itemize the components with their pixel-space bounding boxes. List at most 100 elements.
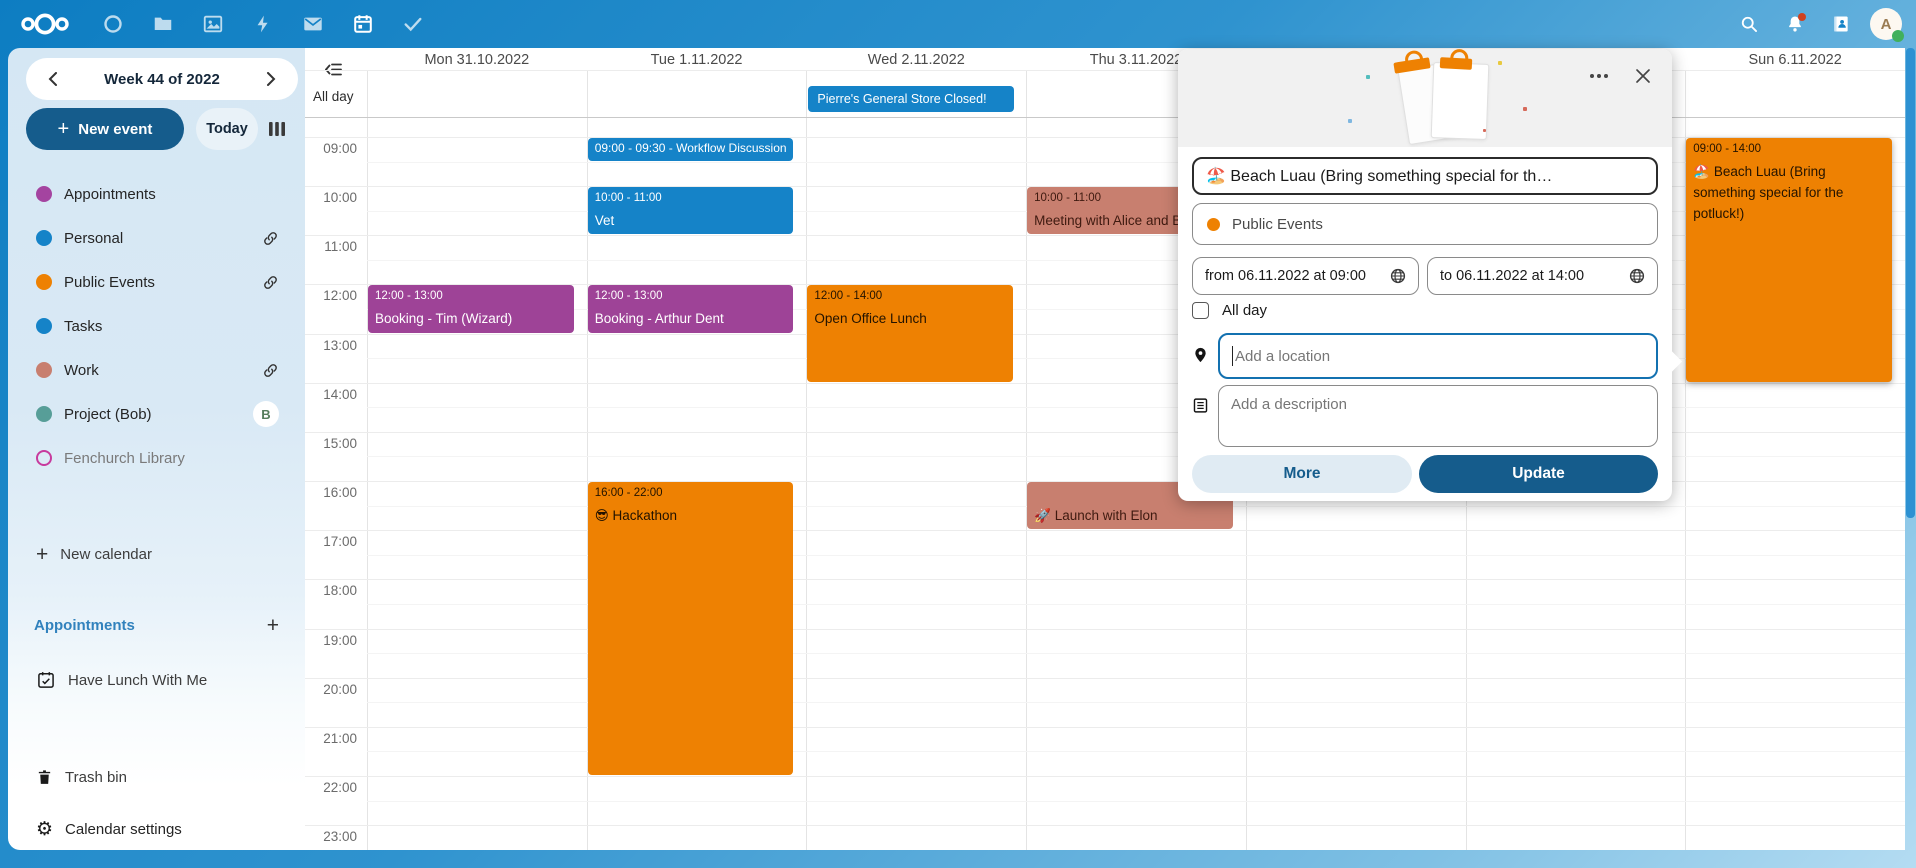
- calendar-list: Appointments Personal Public Events Task…: [8, 172, 305, 480]
- user-avatar[interactable]: A: [1870, 8, 1902, 40]
- share-link-icon: [262, 274, 279, 291]
- event-title: Vet: [595, 211, 787, 232]
- calendar-list-item-public-events[interactable]: Public Events: [8, 260, 305, 304]
- vertical-scrollbar[interactable]: [1906, 48, 1915, 518]
- close-icon[interactable]: [1628, 61, 1658, 91]
- calendar-settings-button[interactable]: ⚙ Calendar settings: [16, 808, 297, 850]
- event-time: 12:00 - 13:00: [595, 289, 787, 303]
- tasks-icon[interactable]: [388, 0, 438, 48]
- calendar-select-value: Public Events: [1232, 216, 1323, 233]
- day-header: Mon 31.10.2022: [367, 48, 587, 70]
- top-header: A: [0, 0, 1916, 48]
- event-title: Open Office Lunch: [814, 309, 1006, 330]
- calendar-list-item-appointments[interactable]: Appointments: [8, 172, 305, 216]
- hour-line: [305, 579, 1905, 580]
- start-date-input[interactable]: from 06.11.2022 at 09:00: [1192, 257, 1419, 295]
- event-title: 🚀 Launch with Elon: [1034, 506, 1226, 527]
- event-chip[interactable]: 12:00 - 13:00 Booking - Arthur Dent: [588, 285, 794, 332]
- new-event-button[interactable]: + New event: [26, 108, 184, 150]
- end-date-input[interactable]: to 06.11.2022 at 14:00: [1427, 257, 1658, 295]
- location-placeholder: Add a location: [1235, 348, 1330, 365]
- hour-label: 20:00: [305, 682, 357, 697]
- half-hour-line: [367, 162, 1905, 163]
- timezone-globe-icon[interactable]: [1629, 268, 1645, 284]
- grid-column-line: [1685, 71, 1686, 117]
- day-header: Tue 1.11.2022: [587, 48, 807, 70]
- calendar-name: Fenchurch Library: [64, 450, 185, 467]
- start-date-value: from 06.11.2022 at 09:00: [1205, 268, 1366, 284]
- grid-column-line: [1026, 71, 1027, 117]
- mail-icon[interactable]: [288, 0, 338, 48]
- calendar-name: Work: [64, 362, 99, 379]
- appointment-item[interactable]: Have Lunch With Me: [8, 658, 305, 702]
- hour-label: 14:00: [305, 387, 357, 402]
- hour-label: 11:00: [305, 239, 357, 254]
- avatar-initial: A: [1881, 16, 1892, 33]
- event-chip[interactable]: 12:00 - 13:00Booking - Tim (Wizard): [368, 285, 574, 332]
- event-title: Booking - Arthur Dent: [595, 309, 787, 330]
- view-columns-icon[interactable]: [260, 112, 294, 146]
- event-title: Booking - Tim (Wizard): [375, 309, 567, 330]
- add-appointment-button[interactable]: +: [267, 615, 279, 636]
- calendar-app-icon[interactable]: [338, 0, 388, 48]
- grid-column-line: [806, 71, 807, 117]
- trash-icon: [36, 768, 53, 787]
- day-header: Sun 6.11.2022: [1685, 48, 1905, 70]
- calendar-list-item-tasks[interactable]: Tasks: [8, 304, 305, 348]
- update-button[interactable]: Update: [1419, 455, 1658, 493]
- hour-label: 16:00: [305, 485, 357, 500]
- next-week-button[interactable]: [258, 66, 284, 92]
- location-input[interactable]: Add a location: [1218, 333, 1658, 379]
- today-button[interactable]: Today: [196, 108, 258, 150]
- calendar-select[interactable]: Public Events: [1192, 203, 1658, 245]
- more-button[interactable]: More: [1192, 455, 1412, 493]
- previous-week-button[interactable]: [40, 66, 66, 92]
- description-input[interactable]: Add a description: [1218, 385, 1658, 447]
- event-time: 10:00 - 11:00: [595, 191, 787, 205]
- new-calendar-button[interactable]: + New calendar: [8, 532, 305, 576]
- shared-by-avatar: B: [253, 401, 279, 427]
- hour-label: 18:00: [305, 583, 357, 598]
- hour-label: 19:00: [305, 633, 357, 648]
- event-title-input[interactable]: 🏖️ Beach Luau (Bring something special f…: [1192, 157, 1658, 195]
- trash-bin-button[interactable]: Trash bin: [8, 755, 305, 799]
- hour-line: [305, 727, 1905, 728]
- half-hour-line: [367, 801, 1905, 802]
- contacts-icon[interactable]: [1818, 0, 1864, 48]
- more-options-button[interactable]: [1584, 61, 1614, 91]
- event-time: 09:00 - 14:00: [1693, 142, 1885, 156]
- nextcloud-logo[interactable]: [14, 0, 76, 48]
- grid-column-line: [806, 118, 807, 850]
- allday-event-chip[interactable]: Pierre's General Store Closed!: [808, 86, 1014, 112]
- calendar-list-item-personal[interactable]: Personal: [8, 216, 305, 260]
- app-content: Week 44 of 2022 + New event Today Appoin…: [8, 48, 1905, 850]
- event-chip[interactable]: 10:00 - 11:00 Vet: [588, 187, 794, 234]
- location-pin-icon: [1190, 345, 1210, 365]
- allday-checkbox[interactable]: All day: [1192, 302, 1267, 319]
- appointments-section-header: Appointments +: [8, 603, 305, 647]
- appointment-item-label: Have Lunch With Me: [68, 672, 207, 689]
- plus-icon: +: [36, 544, 48, 565]
- event-chip[interactable]: 12:00 - 14:00Open Office Lunch: [807, 285, 1013, 381]
- event-time: 16:00 - 22:00: [595, 486, 787, 500]
- checkbox-box[interactable]: [1192, 302, 1209, 319]
- calendar-name: Appointments: [64, 186, 156, 203]
- event-chip[interactable]: 09:00 - 09:30 - Workflow Discussion: [588, 138, 794, 161]
- hour-label: 09:00: [305, 141, 357, 156]
- calendar-list-item-fenchurch-library[interactable]: Fenchurch Library: [8, 436, 305, 480]
- end-date-value: to 06.11.2022 at 14:00: [1440, 268, 1584, 284]
- calendar-list-item-project-bob-[interactable]: Project (Bob) B: [8, 392, 305, 436]
- notifications-bell-icon[interactable]: [1772, 0, 1818, 48]
- timezone-globe-icon[interactable]: [1390, 268, 1406, 284]
- calendar-color-dot: [1207, 218, 1220, 231]
- hour-label: 21:00: [305, 731, 357, 746]
- event-chip[interactable]: 16:00 - 22:00😎 Hackathon: [588, 482, 794, 775]
- activity-icon[interactable]: [238, 0, 288, 48]
- photos-icon[interactable]: [188, 0, 238, 48]
- search-icon[interactable]: [1726, 0, 1772, 48]
- calendar-sidebar: Week 44 of 2022 + New event Today Appoin…: [8, 48, 305, 850]
- event-chip[interactable]: 09:00 - 14:00🏖️ Beach Luau (Bring someth…: [1686, 138, 1892, 382]
- files-icon[interactable]: [138, 0, 188, 48]
- calendar-list-item-work[interactable]: Work: [8, 348, 305, 392]
- dashboard-icon[interactable]: [88, 0, 138, 48]
